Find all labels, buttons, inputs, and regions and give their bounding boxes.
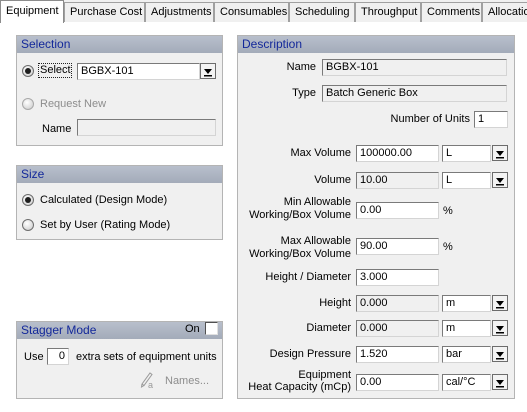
volume-label: Volume [314,174,351,186]
size-header: Size [17,166,222,183]
max-allowable-unit: % [443,241,453,253]
desc-type-field: Batch Generic Box [322,85,507,102]
max-volume-unit-dropdown[interactable] [492,145,508,161]
tab-consumables[interactable]: Consumables [214,2,289,22]
tab-allocation[interactable]: Allocatio [482,2,527,22]
height-unit-dropdown[interactable] [492,295,508,311]
calculated-radio[interactable] [22,194,34,206]
min-allowable-field[interactable]: 0.00 [356,202,439,219]
volume-field: 10.00 [356,172,439,189]
request-new-label: Request New [40,98,107,110]
chevron-down-icon [496,326,504,334]
volume-unit-dropdown[interactable] [492,172,508,188]
tab-comments[interactable]: Comments [421,2,482,22]
max-volume-unit-select[interactable]: L [442,145,491,162]
tab-adjustments[interactable]: Adjustments [145,2,214,22]
units-field[interactable]: 1 [474,111,508,128]
max-allowable-label-1: Max Allowable [280,235,351,247]
svg-text:a: a [148,380,153,389]
new-name-field[interactable] [77,119,216,136]
new-name-label: Name [42,123,72,135]
pencil-icon: a [140,372,153,389]
set-by-user-label[interactable]: Set by User (Rating Mode) [40,219,170,232]
description-header: Description [238,36,514,53]
stagger-count-field[interactable]: 0 [47,348,69,365]
chevron-down-icon [204,69,212,77]
units-label: Number of Units [390,113,470,125]
select-label[interactable]: Select [40,64,71,77]
min-allowable-unit: % [443,205,453,217]
height-unit-select[interactable]: m [442,295,491,312]
names-button[interactable]: Names... [165,375,209,388]
diameter-unit-select[interactable]: m [442,320,491,337]
stagger-suffix-label: extra sets of equipment units [76,351,217,363]
height-field: 0.000 [356,295,439,312]
tab-throughput[interactable]: Throughput [355,2,421,22]
tab-equipment[interactable]: Equipment [0,0,64,23]
heat-capacity-field[interactable]: 0.00 [356,374,439,391]
tab-strip: Equipment Purchase Cost Adjustments Cons… [0,0,527,23]
chevron-down-icon [496,178,504,186]
max-allowable-label-2: Working/Box Volume [249,248,351,260]
select-radio[interactable] [22,65,34,77]
request-new-radio[interactable] [22,98,34,110]
max-volume-label: Max Volume [290,147,351,159]
design-pressure-unit-select[interactable]: bar [442,346,491,363]
heat-capacity-label-2: Heat Capacity (mCp) [248,381,351,393]
chevron-down-icon [496,151,504,159]
stagger-on-checkbox[interactable] [205,322,218,335]
design-pressure-unit-dropdown[interactable] [492,346,508,362]
heat-capacity-unit-dropdown[interactable] [492,374,508,390]
design-pressure-label: Design Pressure [269,348,351,360]
diameter-label: Diameter [306,322,351,334]
calculated-label[interactable]: Calculated (Design Mode) [40,194,167,207]
max-volume-field[interactable]: 100000.00 [356,145,439,162]
equipment-dropdown-button[interactable] [200,63,216,79]
volume-unit-select[interactable]: L [442,172,491,189]
equipment-select[interactable]: BGBX-101 [77,63,200,80]
tab-purchase-cost[interactable]: Purchase Cost [64,2,145,22]
stagger-use-label: Use [24,351,44,363]
chevron-down-icon [496,301,504,309]
height-label: Height [319,297,351,309]
min-allowable-label-2: Working/Box Volume [249,209,351,221]
chevron-down-icon [496,352,504,360]
selection-header: Selection [17,36,222,53]
chevron-down-icon [496,380,504,388]
heat-capacity-unit-select[interactable]: cal/°C [442,374,491,391]
desc-type-label: Type [292,87,316,99]
desc-name-label: Name [286,61,316,73]
diameter-unit-dropdown[interactable] [492,320,508,336]
set-by-user-radio[interactable] [22,219,34,231]
height-diameter-field[interactable]: 3.000 [356,269,439,286]
tab-scheduling[interactable]: Scheduling [289,2,355,22]
max-allowable-field[interactable]: 90.00 [356,238,439,255]
stagger-on-label: On [185,323,200,335]
min-allowable-label-1: Min Allowable [283,196,351,208]
height-diameter-label: Height / Diameter [265,271,351,283]
design-pressure-field[interactable]: 1.520 [356,346,439,363]
desc-name-field: BGBX-101 [322,59,507,76]
diameter-field: 0.000 [356,320,439,337]
